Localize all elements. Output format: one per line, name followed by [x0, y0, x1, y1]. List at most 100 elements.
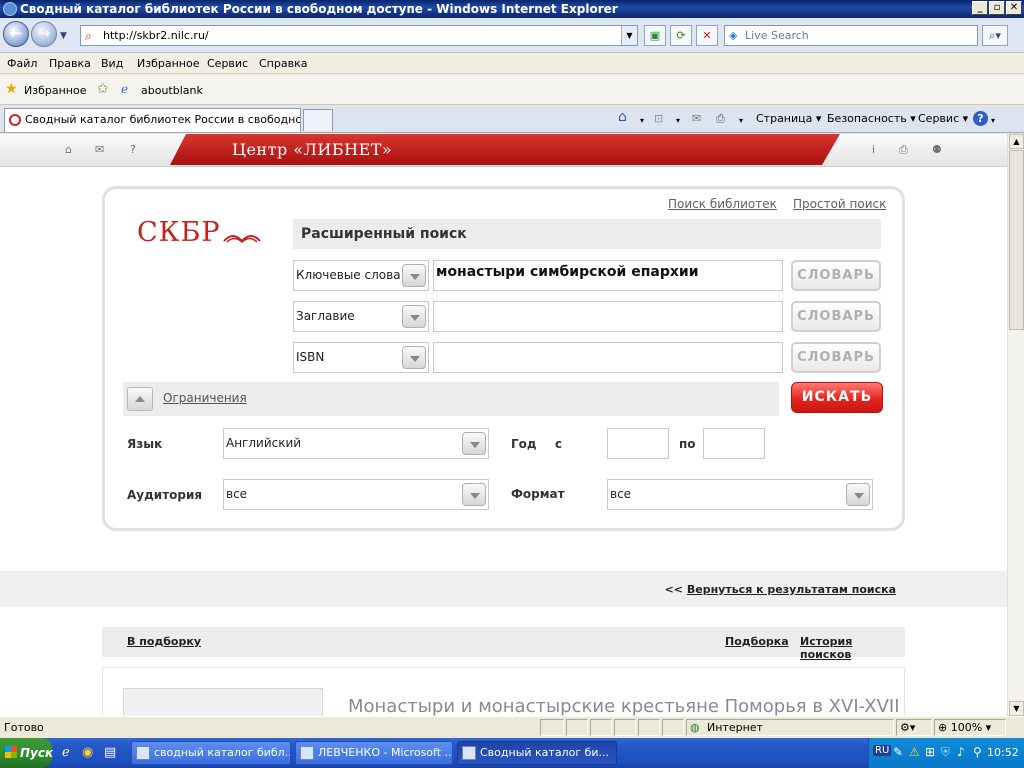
menu-file[interactable]: Файл — [7, 57, 37, 70]
start-button[interactable]: Пуск — [0, 738, 53, 768]
forward-button[interactable]: → — [31, 21, 57, 47]
minimize-button[interactable]: _ — [972, 1, 988, 15]
tray-app-icon[interactable]: ✎ — [893, 745, 903, 759]
back-button[interactable]: ← — [3, 21, 29, 47]
feeds-dropdown-icon[interactable]: ▾ — [676, 116, 680, 125]
tab-active[interactable]: Сводный каталог библиотек России в свобо… — [4, 108, 301, 132]
scroll-thumb[interactable] — [1009, 150, 1024, 330]
vertical-scrollbar[interactable]: ▲ ▼ — [1007, 134, 1024, 716]
simple-search-link[interactable]: Простой поиск — [793, 197, 886, 211]
protected-mode-icon[interactable]: ⚙▾ — [896, 719, 932, 736]
taskbar-item-1[interactable]: сводный каталог библ... — [131, 741, 291, 765]
year-from-input[interactable] — [607, 428, 669, 459]
chevron-down-icon[interactable] — [462, 432, 486, 455]
media-player-icon[interactable]: ◉ — [82, 745, 93, 760]
result-title[interactable]: Монастыри и монастырские крестьяне Помор… — [348, 696, 900, 716]
field-select-1[interactable]: Ключевые слова — [293, 260, 429, 291]
tray-safely-remove-icon[interactable]: ⚲ — [973, 745, 982, 759]
scroll-up-icon[interactable]: ▲ — [1009, 134, 1024, 149]
help-icon[interactable]: ? — [973, 111, 988, 126]
taskbar-item-2[interactable]: ЛЕВЧЕНКО - Microsoft ... — [295, 741, 453, 765]
tray-shield-icon[interactable]: ⛨ — [941, 745, 950, 760]
add-favorite-icon[interactable]: ✩ — [97, 81, 109, 97]
site-header: ⌂ ✉ ? Центр «ЛИБНЕТ» i ⎙ ⚉ — [0, 134, 1007, 167]
search-go-icon[interactable]: ⌕▾ — [982, 25, 1008, 46]
query-input-2[interactable] — [433, 301, 783, 332]
tray-alert-icon[interactable]: ⚠ — [909, 745, 920, 759]
security-zone[interactable]: ◍ Интернет — [686, 719, 894, 736]
status-cell — [638, 719, 660, 736]
language-indicator[interactable]: RU — [873, 745, 892, 756]
refresh-icon[interactable]: ⟳ — [670, 25, 692, 46]
print-dropdown-icon[interactable]: ▾ — [739, 116, 743, 125]
chevron-down-icon[interactable] — [402, 346, 426, 369]
field-select-3[interactable]: ISBN — [293, 342, 429, 373]
favorites-button[interactable]: Избранное — [24, 84, 86, 97]
library-search-link[interactable]: Поиск библиотек — [668, 197, 777, 211]
close-button[interactable]: ✕ — [1006, 1, 1022, 15]
menu-help[interactable]: Справка — [259, 57, 307, 70]
query-input-1[interactable]: монастыри симбирской епархии — [433, 260, 783, 291]
help-dropdown-icon[interactable]: ▾ — [991, 116, 995, 125]
people-icon[interactable]: ⚉ — [932, 143, 942, 156]
compat-view-icon[interactable]: ▣ — [644, 25, 666, 46]
show-desktop-icon[interactable]: ▤ — [104, 745, 116, 760]
zoom-control[interactable]: ⊕ 100% ▾ — [934, 719, 1006, 736]
maximize-button[interactable]: ▫ — [989, 1, 1005, 15]
field-select-2[interactable]: Заглавие — [293, 301, 429, 332]
home-icon[interactable]: ⌂ — [618, 109, 627, 125]
collapse-limits-toggle[interactable] — [127, 387, 153, 411]
language-select[interactable]: Английский — [223, 428, 489, 459]
menu-edit[interactable]: Правка — [49, 57, 91, 70]
status-cell — [662, 719, 684, 736]
chevron-down-icon[interactable] — [462, 483, 486, 506]
history-dropdown-icon[interactable]: ▼ — [60, 31, 67, 41]
dictionary-button-1[interactable]: СЛОВАРЬ — [791, 260, 881, 291]
tray-network-icon[interactable]: ⊞ — [925, 745, 935, 759]
favorite-link-aboutblank[interactable]: aboutblank — [141, 84, 203, 97]
help-icon[interactable]: ? — [130, 143, 136, 156]
address-dropdown-icon[interactable]: ▼ — [621, 26, 637, 45]
dictionary-button-3[interactable]: СЛОВАРЬ — [791, 342, 881, 373]
zone-label: Интернет — [707, 721, 763, 734]
scroll-down-icon[interactable]: ▼ — [1009, 701, 1024, 716]
stop-icon[interactable]: ✕ — [696, 25, 718, 46]
address-field[interactable]: ⌕ http://skbr2.nilc.ru/ ▼ — [80, 25, 638, 46]
ie-quicklaunch-icon[interactable]: ℯ — [62, 745, 70, 760]
format-select[interactable]: все — [607, 479, 873, 510]
back-to-results-link[interactable]: << Вернуться к результатам поиска — [665, 583, 896, 596]
new-tab-button[interactable] — [303, 109, 333, 131]
page-menu[interactable]: Страница ▾ — [756, 112, 821, 125]
feeds-icon[interactable]: ⊡ — [654, 112, 663, 125]
audience-select[interactable]: все — [223, 479, 489, 510]
clock[interactable]: 10:52 — [987, 746, 1019, 759]
year-to-input[interactable] — [703, 428, 765, 459]
chevron-down-icon[interactable] — [846, 483, 870, 506]
chevron-down-icon[interactable] — [402, 305, 426, 328]
tools-menu[interactable]: Сервис ▾ — [918, 112, 968, 125]
menu-tools[interactable]: Сервис — [207, 57, 248, 70]
dictionary-button-2[interactable]: СЛОВАРЬ — [791, 301, 881, 332]
taskbar-item-3[interactable]: Сводный каталог би... — [457, 741, 617, 765]
word-window-icon — [300, 746, 314, 760]
home-dropdown-icon[interactable]: ▾ — [640, 116, 644, 125]
query-input-3[interactable] — [433, 342, 783, 373]
print-icon[interactable]: ⎙ — [899, 143, 908, 157]
tray-volume-icon[interactable]: ♪ — [957, 745, 965, 759]
mail-icon[interactable]: ✉ — [692, 112, 701, 125]
brand-logo[interactable]: Центр «ЛИБНЕТ» — [232, 140, 392, 159]
limits-link[interactable]: Ограничения — [163, 391, 247, 405]
search-button[interactable]: ИСКАТЬ — [791, 382, 883, 413]
search-history-link[interactable]: История поисков — [800, 635, 905, 661]
chevron-down-icon[interactable] — [402, 264, 426, 287]
safety-menu[interactable]: Безопасность ▾ — [827, 112, 916, 125]
mail-icon[interactable]: ✉ — [95, 143, 104, 156]
live-search-input[interactable]: ◈ Live Search — [724, 25, 978, 46]
selection-link[interactable]: Подборка — [725, 635, 789, 648]
menu-favorites[interactable]: Избранное — [137, 57, 199, 70]
print-icon[interactable]: ⎙ — [716, 112, 725, 126]
info-icon[interactable]: i — [872, 143, 875, 156]
menu-view[interactable]: Вид — [101, 57, 123, 70]
add-to-selection-link[interactable]: В подборку — [127, 635, 201, 648]
home-icon[interactable]: ⌂ — [65, 143, 72, 156]
